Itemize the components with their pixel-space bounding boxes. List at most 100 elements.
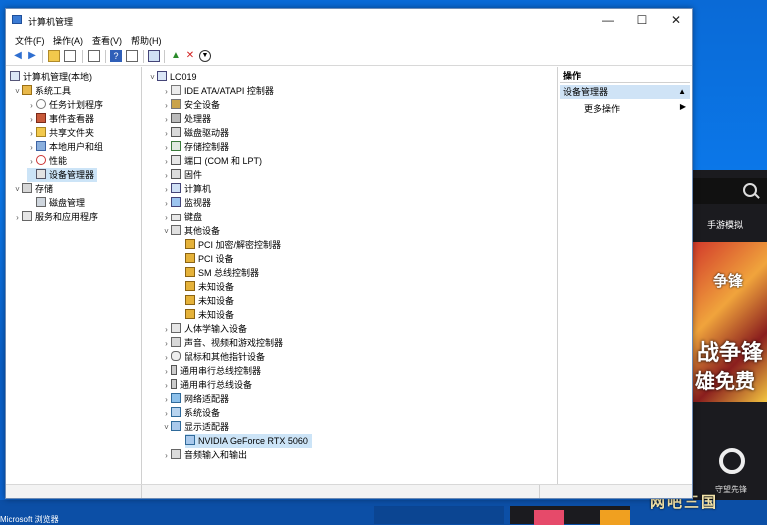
device-item[interactable]: PCI 设备 — [185, 252, 234, 266]
uninstall-icon[interactable]: ✕ — [184, 50, 196, 62]
chevron-right-icon[interactable]: › — [162, 183, 171, 197]
tree-item-storage[interactable]: ˅ 存储 — [13, 182, 53, 196]
chevron-right-icon[interactable]: › — [162, 393, 171, 407]
device-category[interactable]: › 通用串行总线控制器 — [162, 364, 261, 378]
tree-item-event-viewer[interactable]: › 事件查看器 — [27, 112, 94, 126]
maximize-button[interactable]: ☐ — [625, 9, 659, 31]
device-category[interactable]: ˅ 显示适配器 — [162, 420, 229, 434]
chevron-right-icon[interactable]: › — [162, 197, 171, 211]
collapse-up-icon[interactable]: ▲ — [678, 85, 686, 99]
chevron-right-icon[interactable]: › — [162, 379, 171, 393]
chevron-right-icon[interactable]: › — [162, 155, 171, 169]
minimize-button[interactable]: — — [591, 9, 625, 31]
taskbar-icon[interactable] — [534, 510, 564, 525]
chevron-down-icon[interactable]: ˅ — [13, 85, 22, 99]
tree-root-label: 计算机管理(本地) — [23, 72, 92, 82]
tree-item-performance[interactable]: › 性能 — [27, 154, 67, 168]
actions-section-device-manager[interactable]: 设备管理器 ▲ — [560, 85, 690, 99]
device-category[interactable]: › 磁盘驱动器 — [162, 126, 229, 140]
tree-item-task-scheduler[interactable]: › 任务计划程序 — [27, 98, 103, 112]
forward-arrow-icon[interactable]: ▶ — [26, 50, 38, 62]
chevron-right-icon[interactable]: ▶ — [680, 102, 686, 111]
tree-item-services-apps[interactable]: › 服务和应用程序 — [13, 210, 98, 224]
menu-help[interactable]: 帮助(H) — [131, 34, 162, 47]
device-category[interactable]: › 计算机 — [162, 182, 211, 196]
device-category[interactable]: › 存储控制器 — [162, 140, 229, 154]
chevron-right-icon[interactable]: › — [162, 407, 171, 421]
up-folder-icon[interactable] — [48, 50, 60, 62]
device-category[interactable]: › 固件 — [162, 168, 202, 182]
device-item[interactable]: 未知设备 — [185, 308, 234, 322]
device-category[interactable]: › 网络适配器 — [162, 392, 229, 406]
back-arrow-icon[interactable]: ◀ — [12, 50, 24, 62]
tree-item-system-tools[interactable]: ˅ 系统工具 — [13, 84, 71, 98]
tree-item-shared-folders[interactable]: › 共享文件夹 — [27, 126, 94, 140]
taskbar-item[interactable] — [374, 506, 504, 524]
chevron-right-icon[interactable]: › — [162, 141, 171, 155]
device-category[interactable]: › 音频输入和输出 — [162, 448, 247, 462]
device-category[interactable]: › 安全设备 — [162, 98, 220, 112]
device-item[interactable]: SM 总线控制器 — [185, 266, 259, 280]
chevron-right-icon[interactable]: › — [162, 127, 171, 141]
title-bar[interactable]: 计算机管理 — ☐ ✕ — [6, 9, 692, 31]
help-icon[interactable]: ? — [110, 50, 122, 62]
menu-file[interactable]: 文件(F) — [15, 34, 45, 47]
tree-item-disk-management[interactable]: 磁盘管理 — [27, 196, 85, 210]
chevron-right-icon[interactable]: › — [27, 99, 36, 113]
download-icon[interactable]: ▼ — [199, 50, 211, 62]
tree-item-device-manager[interactable]: 设备管理器 — [27, 168, 98, 182]
show-hide-tree-icon[interactable] — [64, 50, 76, 62]
chevron-right-icon[interactable]: › — [162, 337, 171, 351]
device-category[interactable]: › 键盘 — [162, 210, 202, 224]
tree-root[interactable]: 计算机管理(本地) — [10, 70, 92, 84]
device-category[interactable]: › 鼠标和其他指针设备 — [162, 350, 265, 364]
device-category[interactable]: › 通用串行总线设备 — [162, 378, 252, 392]
properties-icon[interactable] — [88, 50, 100, 62]
chevron-right-icon[interactable]: › — [162, 449, 171, 463]
chevron-down-icon[interactable]: ˅ — [162, 421, 171, 435]
tree-item-label: 性能 — [49, 156, 68, 166]
chevron-right-icon[interactable]: › — [13, 211, 22, 225]
device-category[interactable]: ˅ 其他设备 — [162, 224, 220, 238]
chevron-down-icon[interactable]: ˅ — [162, 225, 171, 239]
device-item[interactable]: PCI 加密/解密控制器 — [185, 238, 281, 252]
device-category[interactable]: › 端口 (COM 和 LPT) — [162, 154, 262, 168]
menu-action[interactable]: 操作(A) — [53, 34, 83, 47]
chevron-right-icon[interactable]: › — [162, 323, 171, 337]
search-icon[interactable] — [743, 183, 757, 197]
chevron-down-icon[interactable]: ˅ — [148, 71, 157, 85]
menu-view[interactable]: 查看(V) — [92, 34, 122, 47]
device-tree-root[interactable]: ˅ LC019 — [148, 70, 197, 84]
banner-text-bottom: 雄免费 — [695, 371, 755, 393]
chevron-right-icon[interactable]: › — [162, 113, 171, 127]
chevron-down-icon[interactable]: ˅ — [13, 183, 22, 197]
taskbar-icon[interactable] — [600, 510, 630, 525]
more-actions-link[interactable]: 更多操作 — [584, 102, 620, 115]
device-category[interactable]: › 监视器 — [162, 196, 211, 210]
overwatch-logo-icon[interactable] — [719, 448, 745, 474]
update-driver-icon[interactable]: ▲ — [170, 50, 182, 62]
chevron-right-icon[interactable]: › — [162, 99, 171, 113]
view-icon[interactable] — [126, 50, 138, 62]
chevron-right-icon[interactable]: › — [27, 113, 36, 127]
tree-item-local-users[interactable]: › 本地用户和组 — [27, 140, 103, 154]
background-app-tab[interactable]: 手游模拟 — [707, 218, 743, 231]
chevron-right-icon[interactable]: › — [162, 85, 171, 99]
monitor-icon[interactable] — [148, 50, 160, 62]
chevron-right-icon[interactable]: › — [162, 351, 171, 365]
device-item[interactable]: 未知设备 — [185, 280, 234, 294]
device-category[interactable]: › 声音、视频和游戏控制器 — [162, 336, 283, 350]
close-button[interactable]: ✕ — [659, 9, 693, 31]
chevron-right-icon[interactable]: › — [162, 211, 171, 225]
chevron-right-icon[interactable]: › — [27, 127, 36, 141]
device-category[interactable]: › 系统设备 — [162, 406, 220, 420]
device-category[interactable]: › IDE ATA/ATAPI 控制器 — [162, 84, 274, 98]
chevron-right-icon[interactable]: › — [162, 365, 171, 379]
device-category[interactable]: › 处理器 — [162, 112, 211, 126]
device-category[interactable]: › 人体学输入设备 — [162, 322, 247, 336]
chevron-right-icon[interactable]: › — [162, 169, 171, 183]
device-item[interactable]: 未知设备 — [185, 294, 234, 308]
device-item-gpu[interactable]: NVIDIA GeForce RTX 5060 — [185, 434, 312, 448]
chevron-right-icon[interactable]: › — [27, 155, 36, 169]
chevron-right-icon[interactable]: › — [27, 141, 36, 155]
